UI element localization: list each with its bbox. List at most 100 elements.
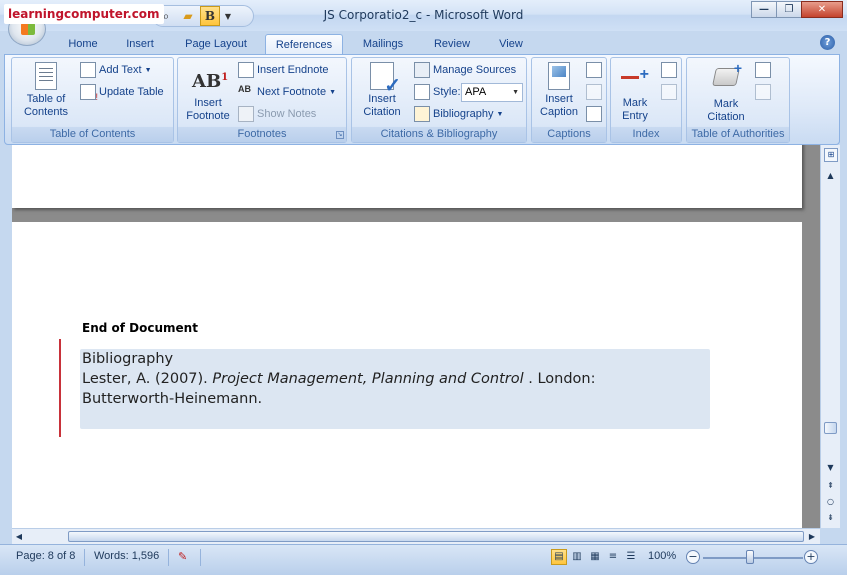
horizontal-scrollbar[interactable]: ◀ ▶ — [12, 528, 820, 544]
insert-caption-button[interactable]: Insert Caption — [534, 62, 584, 119]
restore-button[interactable]: ❐ — [776, 1, 802, 18]
watermark-logo: learningcomputer.com — [4, 4, 164, 24]
next-page-icon[interactable]: ⇟ — [823, 511, 838, 525]
horizontal-scroll-thumb[interactable] — [68, 531, 804, 542]
next-footnote-button[interactable]: AB Next Footnote ▼ — [238, 82, 336, 102]
footnote-icon: AB1 — [192, 71, 229, 92]
zoom-level[interactable]: 100% — [648, 550, 676, 562]
draft-view-icon[interactable]: ☰ — [623, 549, 639, 565]
group-citations: Insert Citation Manage Sources Style: AP… — [351, 57, 527, 143]
mark-entry-label: Mark Entry — [622, 97, 648, 122]
group-footnotes: AB1 Insert Footnote Insert Endnote AB Ne… — [177, 57, 347, 143]
bibliography-field[interactable]: Bibliography Lester, A. (2007). Project … — [80, 349, 710, 429]
print-layout-view-icon[interactable]: ▤ — [551, 549, 567, 565]
mark-citation-label: Mark Citation — [707, 98, 745, 123]
document-area[interactable]: End of Document Bibliography Lester, A. … — [12, 145, 820, 528]
manage-sources-icon — [414, 62, 430, 78]
mark-citation-button[interactable]: Mark Citation — [693, 62, 759, 124]
update-table-of-authorities-icon[interactable] — [755, 84, 771, 100]
show-notes-button[interactable]: Show Notes — [238, 104, 316, 124]
close-button[interactable]: ✕ — [801, 1, 843, 18]
insert-footnote-button[interactable]: AB1 Insert Footnote — [180, 62, 236, 123]
ribbon: Table of Contents Add Text ▼ ! Update Tab… — [4, 54, 840, 145]
insert-index-icon[interactable] — [661, 62, 677, 78]
endnote-icon — [238, 62, 254, 78]
bibliography-entry-publisher: . London: — [523, 371, 596, 387]
table-of-contents-label: Table of Contents — [23, 93, 69, 118]
tab-references[interactable]: References — [265, 34, 343, 55]
outline-view-icon[interactable]: ≡ — [605, 549, 621, 565]
bibliography-title: Bibliography — [82, 351, 174, 367]
tab-mailings[interactable]: Mailings — [353, 34, 413, 55]
style-value: APA — [465, 86, 487, 98]
status-bar: Page: 8 of 8 Words: 1,596 ✎ ▤ ▥ ▦ ≡ ☰ 10… — [0, 544, 847, 575]
vertical-scroll-thumb[interactable] — [824, 422, 837, 434]
current-page[interactable]: End of Document Bibliography Lester, A. … — [12, 222, 802, 528]
tab-view[interactable]: View — [488, 34, 534, 55]
show-notes-icon — [238, 106, 254, 122]
scroll-down-icon[interactable]: ▼ — [823, 461, 838, 475]
footnotes-dialog-launcher-icon[interactable]: ↘ — [336, 131, 344, 139]
web-layout-view-icon[interactable]: ▦ — [587, 549, 603, 565]
group-captions: Insert Caption Captions — [531, 57, 607, 143]
insert-footnote-label: Insert Footnote — [186, 97, 230, 122]
group-label-citations: Citations & Bibliography — [352, 127, 526, 142]
group-table-of-authorities: Mark Citation Table of Authorities — [686, 57, 790, 143]
minimize-button[interactable]: — — [751, 1, 777, 18]
previous-page-icon[interactable]: ⇞ — [823, 479, 838, 493]
tab-insert[interactable]: Insert — [117, 34, 163, 55]
status-separator — [84, 549, 85, 566]
bibliography-entry-publisher-name: Butterworth-Heinemann. — [82, 391, 263, 407]
chevron-down-icon: ▼ — [144, 66, 152, 74]
status-separator — [200, 549, 201, 566]
next-footnote-label: Next Footnote — [257, 86, 327, 98]
proofing-errors-icon[interactable]: ✎ — [178, 550, 187, 563]
update-table-label: Update Table — [99, 86, 164, 98]
page-count[interactable]: Page: 8 of 8 — [16, 550, 75, 562]
insert-table-of-figures-icon[interactable] — [586, 62, 602, 78]
update-table-of-figures-icon[interactable] — [586, 84, 602, 100]
full-screen-reading-view-icon[interactable]: ▥ — [569, 549, 585, 565]
previous-page — [12, 145, 802, 208]
zoom-in-icon[interactable]: + — [804, 550, 818, 564]
group-index: Mark Entry Index — [610, 57, 682, 143]
scroll-left-icon[interactable]: ◀ — [14, 531, 24, 542]
zoom-slider-thumb[interactable] — [746, 550, 754, 564]
help-icon[interactable]: ? — [820, 35, 835, 50]
insert-citation-button[interactable]: Insert Citation — [354, 62, 410, 119]
manage-sources-label: Manage Sources — [433, 64, 517, 76]
bibliography-button[interactable]: Bibliography ▼ — [414, 104, 503, 124]
insert-endnote-button[interactable]: Insert Endnote — [238, 60, 329, 80]
style-selector: Style: — [414, 82, 461, 102]
show-notes-label: Show Notes — [257, 108, 317, 120]
select-browse-object-icon[interactable]: ○ — [823, 495, 838, 509]
chevron-down-icon: ▼ — [329, 88, 337, 96]
window-controls: — ❐ ✕ — [751, 1, 843, 18]
tab-review[interactable]: Review — [424, 34, 480, 55]
group-label-index: Index — [611, 127, 681, 142]
mark-entry-button[interactable]: Mark Entry — [613, 62, 657, 123]
scroll-right-icon[interactable]: ▶ — [807, 531, 817, 542]
tab-page-layout[interactable]: Page Layout — [176, 34, 256, 55]
style-dropdown[interactable]: APA ▼ — [461, 83, 523, 102]
word-count[interactable]: Words: 1,596 — [94, 550, 159, 562]
add-text-button[interactable]: Add Text ▼ — [80, 60, 152, 80]
style-label: Style: — [433, 86, 461, 98]
scroll-up-icon[interactable]: ▲ — [823, 169, 838, 183]
table-of-contents-button[interactable]: Table of Contents — [16, 62, 76, 119]
group-label-captions: Captions — [532, 127, 606, 142]
update-index-icon[interactable] — [661, 84, 677, 100]
insert-table-of-authorities-icon[interactable] — [755, 62, 771, 78]
group-label-footnotes: Footnotes — [178, 127, 346, 142]
view-ruler-icon[interactable]: ⊞ — [824, 148, 838, 162]
manage-sources-button[interactable]: Manage Sources — [414, 60, 516, 80]
zoom-out-icon[interactable]: − — [686, 550, 700, 564]
document-heading: End of Document — [82, 321, 198, 335]
chevron-down-icon: ▼ — [512, 89, 519, 96]
cross-reference-icon[interactable] — [586, 106, 602, 122]
update-table-button[interactable]: ! Update Table — [80, 82, 164, 102]
next-footnote-icon: AB — [238, 84, 251, 94]
tab-home[interactable]: Home — [60, 34, 106, 55]
revision-bar — [59, 339, 61, 437]
vertical-scrollbar[interactable]: ⊞ ▲ ▼ ⇞ ○ ⇟ — [820, 145, 840, 528]
